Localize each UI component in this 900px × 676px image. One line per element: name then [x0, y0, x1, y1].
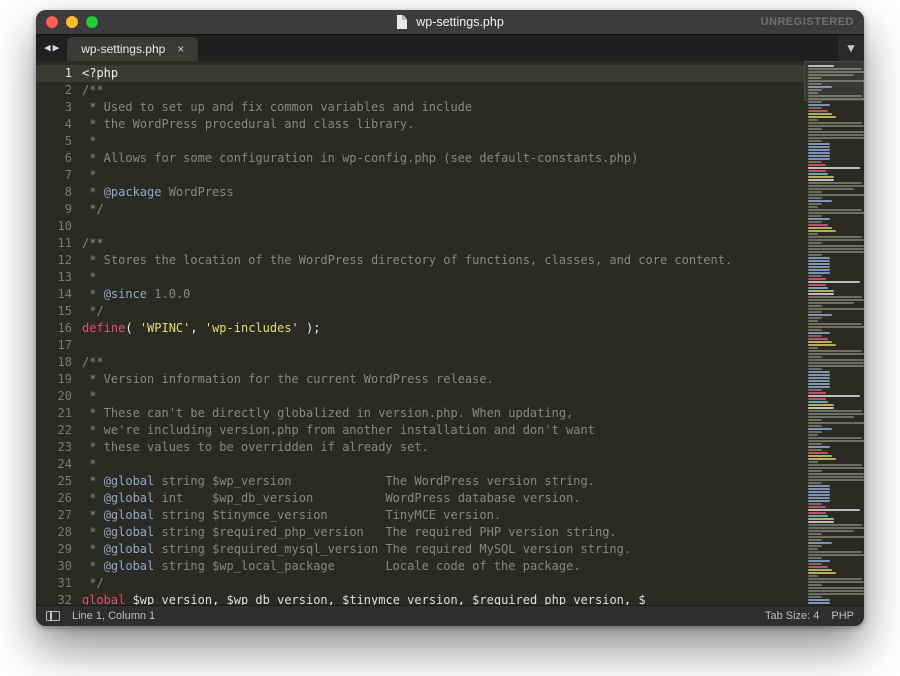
- cursor-position[interactable]: Line 1, Column 1: [72, 610, 155, 622]
- license-status[interactable]: UNREGISTERED: [761, 16, 854, 28]
- title-filename: wp-settings.php: [416, 15, 504, 29]
- minimap-viewport[interactable]: [804, 61, 864, 101]
- code-line[interactable]: define( 'WPINC', 'wp-includes' );: [82, 320, 804, 337]
- title-center: wp-settings.php: [36, 15, 864, 29]
- line-number[interactable]: 12: [36, 252, 82, 269]
- code-line[interactable]: [82, 218, 804, 235]
- line-number[interactable]: 7: [36, 167, 82, 184]
- line-number[interactable]: 27: [36, 507, 82, 524]
- code-line[interactable]: * @global string $wp_version The WordPre…: [82, 473, 804, 490]
- code-line[interactable]: *: [82, 456, 804, 473]
- line-number[interactable]: 25: [36, 473, 82, 490]
- code-line[interactable]: * Version information for the current Wo…: [82, 371, 804, 388]
- line-number[interactable]: 26: [36, 490, 82, 507]
- code-line[interactable]: */: [82, 201, 804, 218]
- line-number[interactable]: 10: [36, 218, 82, 235]
- line-number[interactable]: 5: [36, 133, 82, 150]
- line-number[interactable]: 24: [36, 456, 82, 473]
- titlebar: wp-settings.php UNREGISTERED: [36, 10, 864, 34]
- line-number[interactable]: 19: [36, 371, 82, 388]
- code-line[interactable]: * @global string $required_php_version T…: [82, 524, 804, 541]
- code-line[interactable]: * @global int $wp_db_version WordPress d…: [82, 490, 804, 507]
- code-line[interactable]: *: [82, 269, 804, 286]
- line-number[interactable]: 13: [36, 269, 82, 286]
- tab-overflow-button[interactable]: ▼: [838, 35, 864, 60]
- code-line[interactable]: * @since 1.0.0: [82, 286, 804, 303]
- syntax-menu[interactable]: PHP: [831, 610, 854, 622]
- tab-size-menu[interactable]: Tab Size: 4: [765, 610, 819, 622]
- line-number[interactable]: 30: [36, 558, 82, 575]
- line-number[interactable]: 23: [36, 439, 82, 456]
- editor-window: wp-settings.php UNREGISTERED ◀ ▶ wp-sett…: [36, 10, 864, 626]
- line-number[interactable]: 6: [36, 150, 82, 167]
- close-window-button[interactable]: [46, 16, 58, 28]
- line-number[interactable]: 28: [36, 524, 82, 541]
- code-line[interactable]: * @global string $wp_local_package Local…: [82, 558, 804, 575]
- line-number[interactable]: 4: [36, 116, 82, 133]
- code-line[interactable]: *: [82, 388, 804, 405]
- tab-label: wp-settings.php: [81, 42, 165, 56]
- code-line[interactable]: * @global string $required_mysql_version…: [82, 541, 804, 558]
- code-line[interactable]: * Allows for some configuration in wp-co…: [82, 150, 804, 167]
- code-line[interactable]: [82, 337, 804, 354]
- code-line[interactable]: *: [82, 167, 804, 184]
- code-line[interactable]: * @package WordPress: [82, 184, 804, 201]
- line-number[interactable]: 17: [36, 337, 82, 354]
- code-line[interactable]: /**: [82, 235, 804, 252]
- editor-area: 1234567891011121314151617181920212223242…: [36, 61, 864, 606]
- minimize-window-button[interactable]: [66, 16, 78, 28]
- window-controls: [46, 16, 98, 28]
- line-number[interactable]: 31: [36, 575, 82, 592]
- code-line[interactable]: * these values to be overridden if alrea…: [82, 439, 804, 456]
- side-panel-toggle-icon[interactable]: [46, 611, 60, 621]
- line-number[interactable]: 32: [36, 592, 82, 606]
- history-nav: ◀ ▶: [36, 35, 67, 60]
- zoom-window-button[interactable]: [86, 16, 98, 28]
- code-line[interactable]: /**: [82, 82, 804, 99]
- history-forward-button[interactable]: ▶: [53, 41, 60, 54]
- chevron-down-icon: ▼: [847, 41, 854, 55]
- minimap[interactable]: [804, 61, 864, 606]
- code-line[interactable]: * Used to set up and fix common variable…: [82, 99, 804, 116]
- line-number[interactable]: 1: [36, 65, 82, 82]
- code-line[interactable]: global $wp_version, $wp_db_version, $tin…: [82, 592, 804, 606]
- line-number[interactable]: 21: [36, 405, 82, 422]
- tab-close-button[interactable]: ×: [177, 42, 184, 56]
- line-number[interactable]: 11: [36, 235, 82, 252]
- line-number[interactable]: 8: [36, 184, 82, 201]
- history-back-button[interactable]: ◀: [44, 41, 51, 54]
- line-number[interactable]: 2: [36, 82, 82, 99]
- code-line[interactable]: */: [82, 575, 804, 592]
- line-number[interactable]: 18: [36, 354, 82, 371]
- code-line[interactable]: * the WordPress procedural and class lib…: [82, 116, 804, 133]
- line-number-gutter[interactable]: 1234567891011121314151617181920212223242…: [36, 61, 82, 606]
- line-number[interactable]: 14: [36, 286, 82, 303]
- statusbar: Line 1, Column 1 Tab Size: 4 PHP: [36, 605, 864, 626]
- code-line[interactable]: * we're including version.php from anoth…: [82, 422, 804, 439]
- line-number[interactable]: 15: [36, 303, 82, 320]
- code-line[interactable]: * @global string $tinymce_version TinyMC…: [82, 507, 804, 524]
- code-line[interactable]: *: [82, 133, 804, 150]
- code-line[interactable]: * Stores the location of the WordPress d…: [82, 252, 804, 269]
- line-number[interactable]: 20: [36, 388, 82, 405]
- code-line[interactable]: /**: [82, 354, 804, 371]
- code-line[interactable]: <?php: [82, 65, 804, 82]
- line-number[interactable]: 29: [36, 541, 82, 558]
- document-icon: [396, 15, 408, 29]
- line-number[interactable]: 22: [36, 422, 82, 439]
- line-number[interactable]: 3: [36, 99, 82, 116]
- line-number[interactable]: 9: [36, 201, 82, 218]
- code-view[interactable]: <?php/** * Used to set up and fix common…: [82, 61, 804, 606]
- tab-active[interactable]: wp-settings.php ×: [67, 37, 198, 60]
- code-line[interactable]: * These can't be directly globalized in …: [82, 405, 804, 422]
- line-number[interactable]: 16: [36, 320, 82, 337]
- tabstrip: ◀ ▶ wp-settings.php × ▼: [36, 34, 864, 60]
- code-line[interactable]: */: [82, 303, 804, 320]
